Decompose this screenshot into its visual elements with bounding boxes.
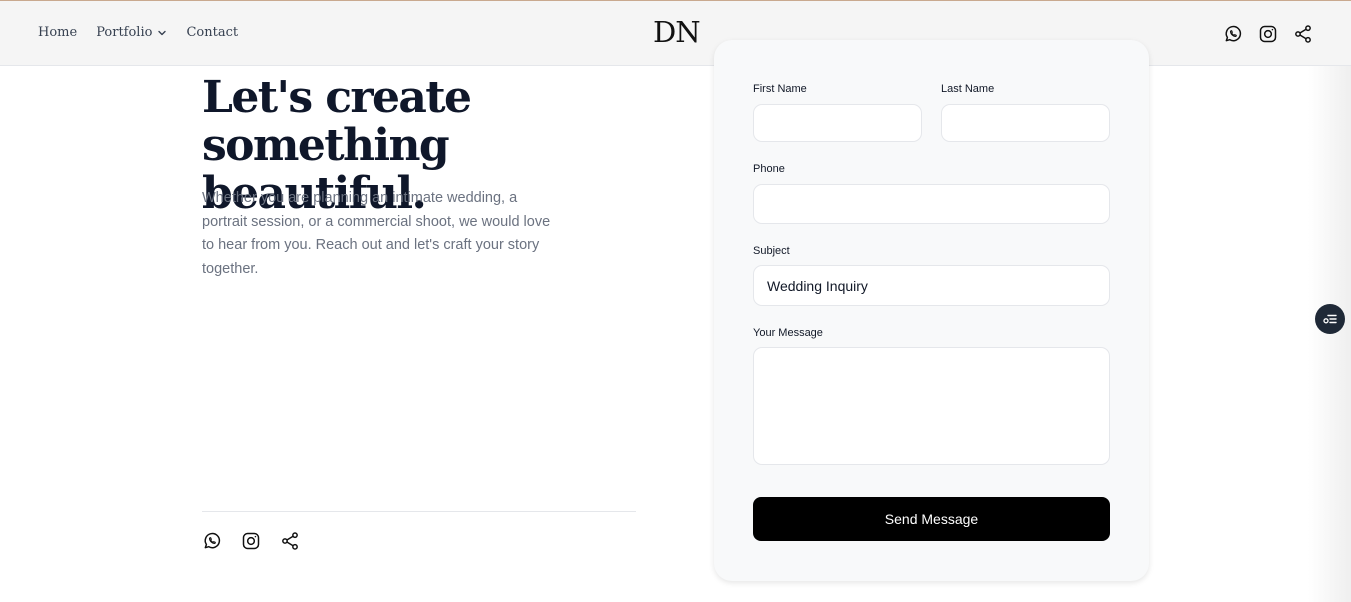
phone-label: Phone (753, 163, 785, 175)
main-nav: Home Portfolio Contact (38, 25, 257, 40)
hero-description: Whether you are planning an intimate wed… (202, 190, 551, 277)
instagram-icon[interactable] (1257, 23, 1278, 44)
whatsapp-icon[interactable] (1222, 23, 1243, 44)
first-name-label: First Name (753, 83, 807, 95)
header-social-icons (1222, 23, 1327, 44)
list-settings-icon (1323, 314, 1337, 324)
send-message-button[interactable]: Send Message (753, 497, 1110, 541)
first-name-field[interactable] (753, 104, 922, 142)
site-logo[interactable]: DN (653, 15, 701, 49)
nav-contact[interactable]: Contact (186, 25, 238, 40)
subject-value: Wedding Inquiry (767, 277, 868, 294)
last-name-field[interactable] (941, 104, 1110, 142)
footer-social-icons (201, 530, 318, 551)
message-label: Your Message (753, 327, 823, 339)
chevron-down-icon (158, 30, 167, 35)
message-textarea[interactable] (753, 347, 1110, 465)
floating-menu-button[interactable] (1315, 304, 1345, 334)
nav-home[interactable]: Home (38, 25, 77, 40)
share-icon[interactable] (1292, 23, 1313, 44)
share-icon[interactable] (279, 530, 300, 551)
divider (202, 511, 636, 512)
nav-contact-label: Contact (186, 25, 239, 40)
phone-field[interactable] (753, 184, 1110, 224)
scroll-shade (1308, 66, 1351, 602)
last-name-label: Last Name (941, 83, 995, 95)
nav-portfolio[interactable]: Portfolio (96, 25, 167, 40)
nav-portfolio-label: Portfolio (96, 25, 153, 40)
instagram-icon[interactable] (240, 530, 261, 551)
subject-select[interactable]: Wedding Inquiry (753, 265, 1110, 306)
whatsapp-icon[interactable] (201, 530, 222, 551)
subject-label: Subject (753, 245, 790, 257)
nav-home-label: Home (38, 25, 78, 40)
